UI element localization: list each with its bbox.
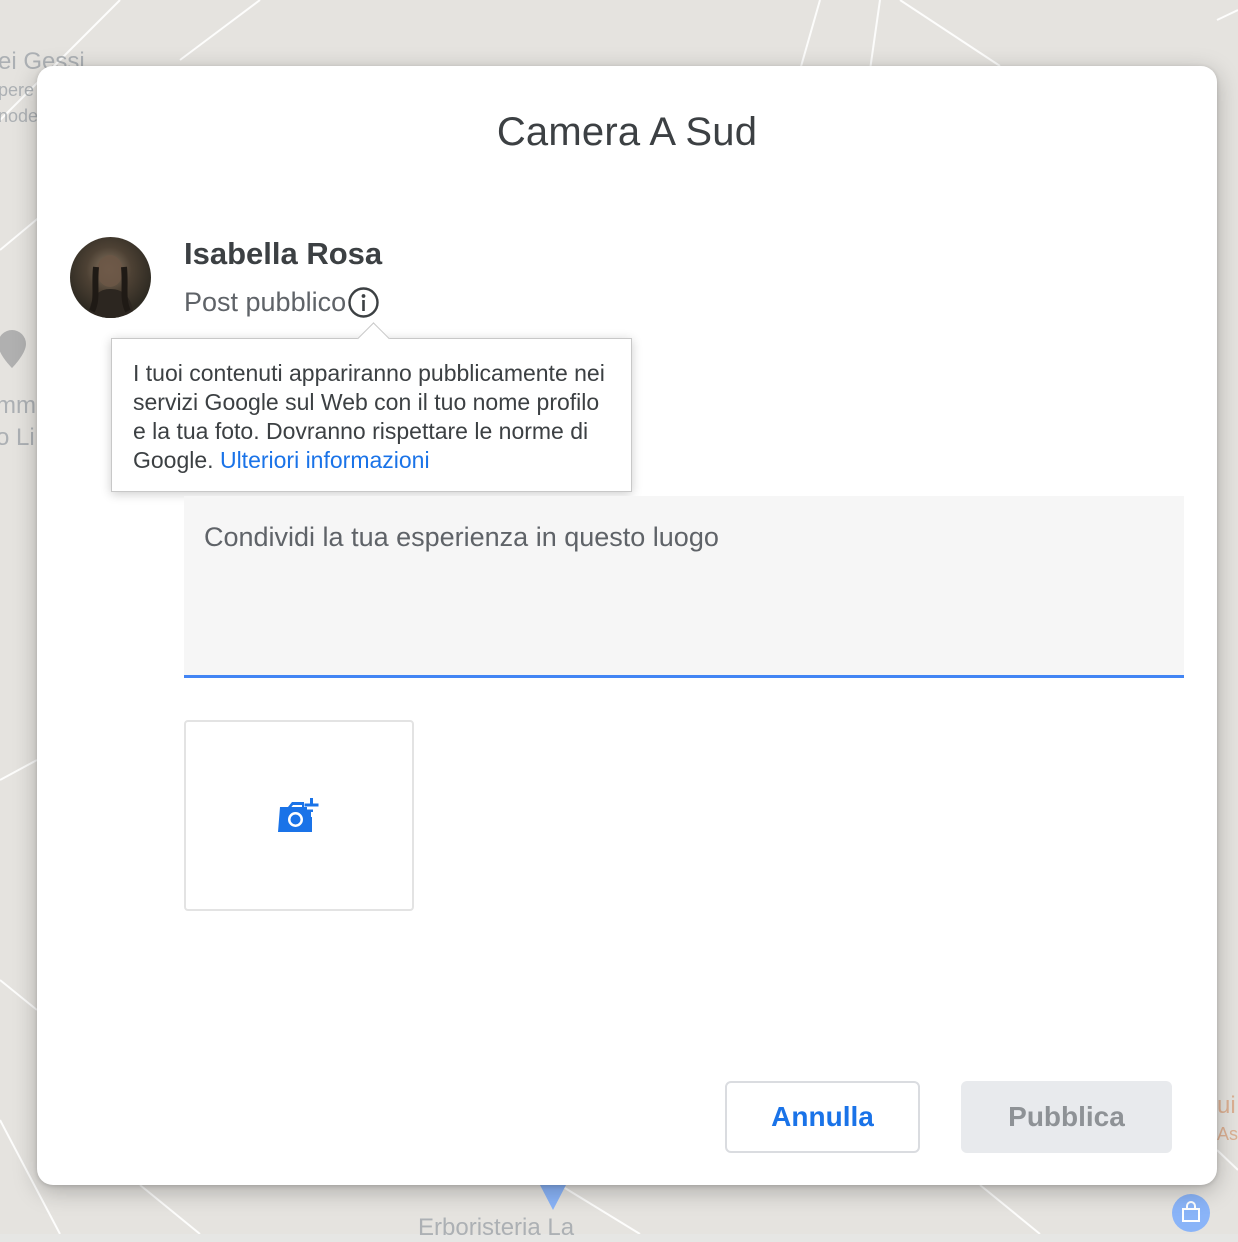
map-label: pere <box>0 80 35 100</box>
map-label: node <box>0 106 39 126</box>
tooltip-arrow <box>357 322 390 355</box>
map-label: ui <box>1217 1092 1236 1119</box>
avatar-photo <box>88 255 134 318</box>
public-post-tooltip: I tuoi contenuti appariranno pubblicamen… <box>111 322 632 492</box>
map-label: mm <box>0 392 36 419</box>
info-icon[interactable] <box>347 286 380 319</box>
user-name: Isabella Rosa <box>184 236 383 271</box>
review-dialog: Camera A Sud Isabella Rosa Post pubblico… <box>37 66 1217 1185</box>
avatar <box>70 237 151 318</box>
post-visibility: Post pubblico <box>184 286 380 319</box>
map-pin-marker <box>540 1185 566 1210</box>
review-input[interactable] <box>184 496 1184 678</box>
shopping-bag-icon <box>1172 1194 1210 1232</box>
dialog-title: Camera A Sud <box>496 110 758 154</box>
map-label: As <box>1217 1124 1238 1144</box>
map-label: o Li <box>0 424 35 451</box>
cancel-button[interactable]: Annulla <box>725 1081 920 1153</box>
add-photo-camera-icon <box>278 797 319 832</box>
add-photo-button[interactable] <box>184 720 414 911</box>
map-location-pin-icon <box>0 330 26 368</box>
post-visibility-label: Post pubblico <box>184 287 347 317</box>
map-label: Erboristeria La <box>418 1214 575 1241</box>
learn-more-link[interactable]: Ulteriori informazioni <box>220 447 430 473</box>
publish-button[interactable]: Pubblica <box>961 1081 1172 1153</box>
